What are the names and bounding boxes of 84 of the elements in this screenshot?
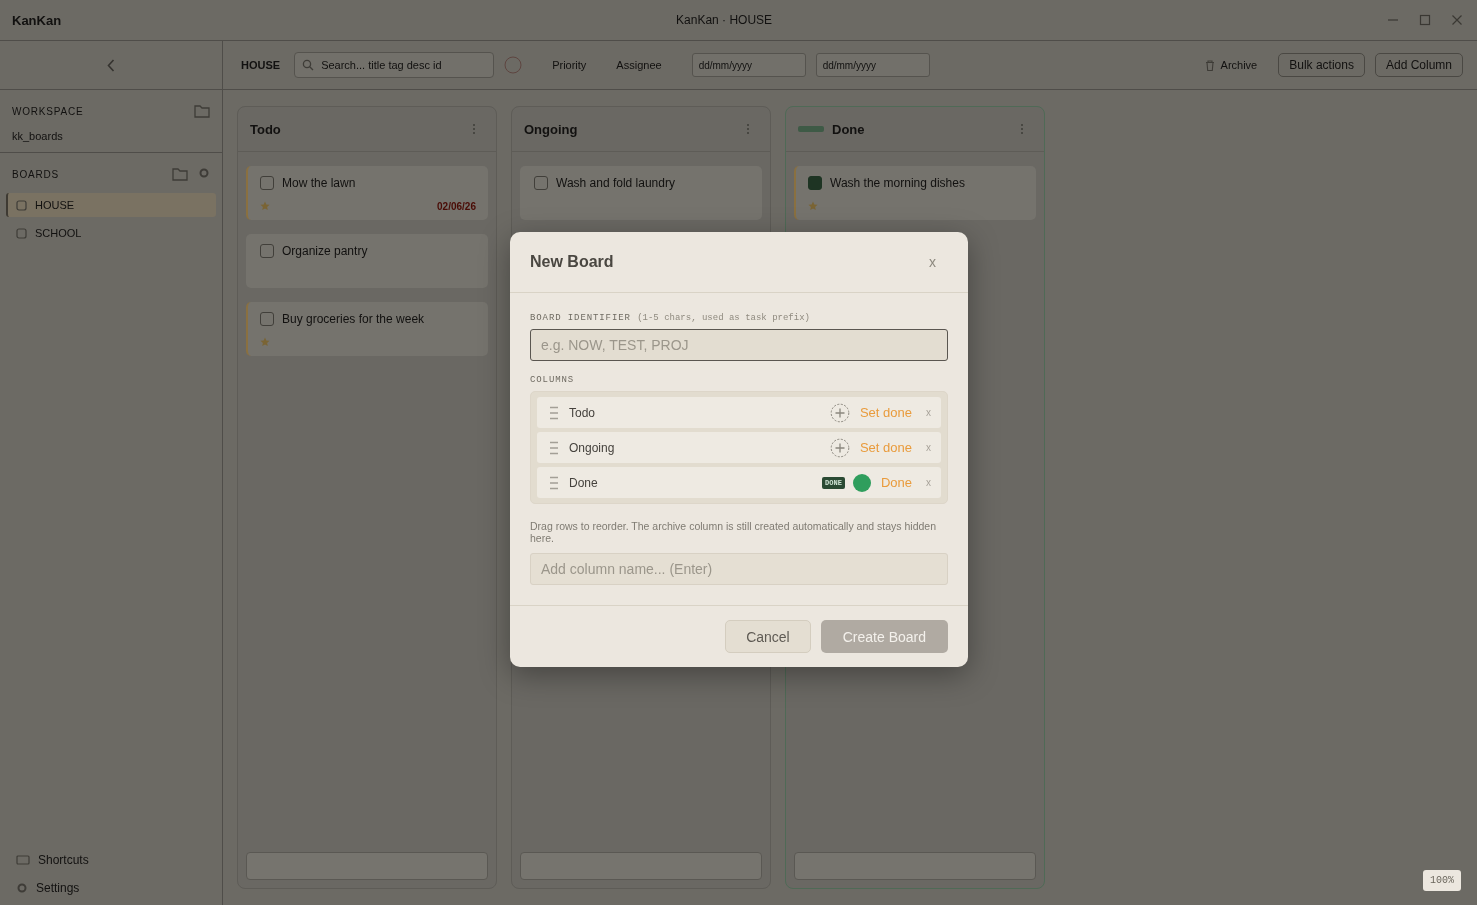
task-title: Mow the lawn	[282, 176, 356, 190]
add-task-field[interactable]	[246, 852, 488, 880]
dialog-title: New Board	[530, 253, 614, 271]
column-name: Done	[569, 475, 598, 490]
add-circle-icon[interactable]	[829, 437, 850, 458]
identifier-field[interactable]: e.g. NOW, TEST, PROJ	[530, 329, 948, 361]
task-card[interactable]: Organize pantry	[246, 234, 488, 288]
date-field[interactable]: dd/mm/yyyy	[691, 53, 806, 77]
settings-icon	[16, 882, 28, 894]
star-icon	[260, 201, 270, 211]
star-icon	[260, 337, 270, 347]
task-title: Wash and fold laundry	[556, 176, 675, 190]
remove-button[interactable]: x	[922, 407, 931, 418]
toolbar-button[interactable]: Add Column	[1374, 53, 1463, 77]
set-done-button[interactable]: Done	[880, 475, 912, 490]
section-label: BOARDS	[12, 168, 60, 180]
sidebar-link[interactable]: Settings	[36, 881, 80, 895]
checkbox[interactable]	[534, 176, 548, 190]
filter-label[interactable]: Assignee	[616, 59, 662, 71]
keyboard-icon	[16, 855, 30, 865]
add-column-field[interactable]: Add column name... (Enter)	[530, 553, 948, 585]
app-title: KanKan	[12, 12, 62, 28]
task-title: Wash the morning dishes	[830, 176, 965, 190]
done-marker	[798, 126, 824, 132]
column-title: Ongoing	[524, 121, 578, 137]
workspace-path: kk_boards	[12, 130, 64, 142]
filter-label[interactable]: Priority	[552, 59, 587, 71]
column-name: Ongoing	[569, 440, 615, 455]
due-date: 02/06/26	[437, 200, 476, 212]
search-field[interactable]: Search... title tag desc id	[294, 52, 495, 78]
maximize-icon[interactable]	[1419, 14, 1431, 26]
task-card[interactable]: Mow the lawn 02/06/26	[246, 166, 488, 220]
drag-handle-icon[interactable]	[549, 440, 559, 455]
task-card[interactable]: Wash and fold laundry	[520, 166, 762, 220]
add-task-field[interactable]	[520, 852, 762, 880]
drag-handle-icon[interactable]	[549, 405, 559, 420]
more-icon[interactable]	[746, 123, 750, 135]
close-icon[interactable]	[1451, 14, 1463, 26]
star-icon	[808, 201, 818, 211]
trash-icon	[1204, 59, 1215, 71]
board-name: HOUSE	[240, 59, 282, 71]
cancel-button[interactable]: Cancel	[725, 620, 811, 653]
field-label: BOARD IDENTIFIER (1-5 chars, used as task prefix)	[530, 313, 811, 323]
column-row[interactable]: Ongoing Set done x	[537, 432, 941, 463]
task-card[interactable]: Wash the morning dishes	[794, 166, 1036, 220]
column-name: Todo	[569, 405, 596, 420]
checkbox[interactable]	[260, 176, 274, 190]
folder-icon[interactable]	[194, 104, 210, 118]
sidebar-link[interactable]: Shortcuts	[38, 853, 89, 867]
zoom-level: 100%	[1423, 870, 1461, 891]
window-title: KanKan · HOUSE	[675, 13, 774, 27]
square-icon	[16, 227, 27, 239]
checkbox[interactable]	[260, 244, 274, 258]
folder-icon[interactable]	[172, 167, 188, 181]
toolbar-button[interactable]: Archive	[1193, 53, 1269, 77]
add-circle-icon[interactable]	[829, 402, 850, 423]
board-item[interactable]: HOUSE	[6, 193, 216, 217]
more-icon[interactable]	[472, 123, 476, 135]
remove-button[interactable]: x	[922, 477, 931, 488]
settings-icon	[198, 167, 210, 179]
help-text: Drag rows to reorder. The archive column is still created automatically and stays hidden here.	[530, 520, 937, 544]
column-title: Todo	[250, 121, 281, 137]
toolbar-button[interactable]: Bulk actions	[1278, 53, 1365, 77]
circle-icon[interactable]	[504, 56, 523, 74]
section-label: WORKSPACE	[12, 105, 84, 117]
column-title: Done	[832, 121, 865, 137]
task-title: Buy groceries for the week	[282, 312, 425, 326]
field-label: COLUMNS	[530, 375, 576, 385]
more-icon[interactable]	[1020, 123, 1024, 135]
square-icon	[16, 199, 27, 211]
add-task-field[interactable]	[794, 852, 1036, 880]
board-item[interactable]: SCHOOL	[6, 221, 216, 245]
checkbox[interactable]	[808, 176, 822, 190]
close-button[interactable]: x	[925, 254, 940, 270]
task-title: Organize pantry	[282, 244, 368, 258]
date-field[interactable]: dd/mm/yyyy	[815, 53, 930, 77]
set-done-button[interactable]: Set done	[859, 440, 912, 455]
search-icon	[302, 59, 315, 71]
remove-button[interactable]: x	[922, 442, 931, 453]
checkbox[interactable]	[260, 312, 274, 326]
task-card[interactable]: Buy groceries for the week	[246, 302, 488, 356]
set-done-button[interactable]: Set done	[859, 405, 912, 420]
column-row[interactable]: Todo Set done x	[537, 397, 941, 428]
drag-handle-icon[interactable]	[549, 475, 559, 490]
